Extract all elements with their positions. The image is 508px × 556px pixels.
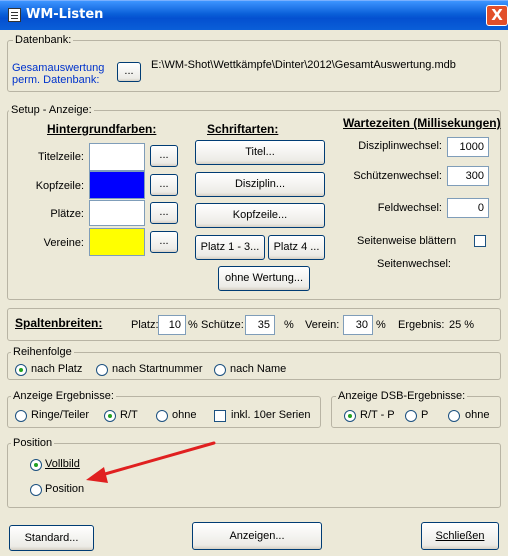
position-legend: Position [11, 437, 55, 449]
feldwechsel-input[interactable]: 0 [447, 198, 489, 218]
nach-platz-label[interactable]: nach Platz [31, 363, 82, 375]
datenbank-path: E:\WM-Shot\Wettkämpfe\Dinter\2012\Gesamt… [151, 59, 456, 71]
seitenweise-blaettern-checkbox[interactable] [474, 235, 486, 247]
app-icon [8, 8, 21, 22]
vereine-label: Vereine: [43, 237, 84, 249]
position-radio[interactable] [30, 484, 42, 496]
ergebnisse-ohne-label[interactable]: ohne [172, 409, 196, 421]
schuetzenwechsel-label: Schützenwechsel: [353, 170, 442, 182]
ergebnis-width-value: 25 % [449, 319, 475, 331]
rt-radio[interactable] [104, 410, 116, 422]
dsb-rt-p-radio[interactable] [344, 410, 356, 422]
kopfzeile-label: Kopfzeile: [35, 180, 84, 192]
feldwechsel-label: Feldwechsel: [377, 202, 442, 214]
dsb-legend: Anzeige DSB-Ergebnisse: [336, 390, 468, 402]
platz-4-font-button[interactable]: Platz 4 ... [268, 235, 325, 260]
verein-width-input[interactable]: 30 [343, 315, 373, 335]
ringe-teiler-radio[interactable] [15, 410, 27, 422]
datenbank-browse-button[interactable]: ... [117, 62, 141, 82]
datenbank-label-line2: perm. Datenbank: [12, 74, 100, 86]
hintergrund-heading: Hintergrundfarben: [47, 122, 157, 136]
dsb-p-label[interactable]: P [421, 409, 428, 421]
platz-width-label: Platz: [131, 319, 159, 331]
dsb-p-radio[interactable] [405, 410, 417, 422]
schuetze-width-label: Schütze: [201, 319, 244, 331]
ergebnisse-ohne-radio[interactable] [156, 410, 168, 422]
disziplinwechsel-input[interactable]: 1000 [447, 137, 489, 157]
position-label[interactable]: Position [45, 483, 84, 495]
titelzeile-label: Titelzeile: [37, 151, 84, 163]
schliessen-button[interactable]: Schließen [421, 522, 499, 550]
anzeigen-button[interactable]: Anzeigen... [192, 522, 322, 550]
kopfzeile-color-button[interactable]: ... [150, 174, 178, 196]
ringe-teiler-label[interactable]: Ringe/Teiler [31, 409, 89, 421]
close-button[interactable]: X [486, 5, 508, 26]
titelzeile-color-swatch[interactable] [89, 143, 145, 171]
vollbild-radio[interactable] [30, 459, 42, 471]
nach-name-radio[interactable] [214, 364, 226, 376]
kopfzeile-font-button[interactable]: Kopfzeile... [195, 203, 325, 228]
titel-font-button[interactable]: Titel... [195, 140, 325, 165]
verein-width-label: Verein: [305, 319, 340, 331]
rt-label[interactable]: R/T [120, 409, 138, 421]
inkl-10er-serien-checkbox[interactable] [214, 410, 226, 422]
spaltenbreiten-heading: Spaltenbreiten: [15, 316, 103, 330]
schrift-heading: Schriftarten: [207, 122, 279, 136]
dsb-ohne-label[interactable]: ohne [465, 409, 489, 421]
wartezeiten-heading: Wartezeiten (Millisekungen) [343, 116, 501, 130]
setup-legend: Setup - Anzeige: [9, 104, 94, 116]
annotation-arrow-head [86, 467, 108, 483]
window-title: WM-Listen [26, 7, 104, 22]
verein-percent-label: % [376, 319, 386, 331]
seitenweise-blaettern-label: Seitenweise blättern [357, 235, 457, 247]
schuetze-width-input[interactable]: 35 [245, 315, 275, 335]
platz-width-input[interactable]: 10 [158, 315, 186, 335]
plaetze-color-button[interactable]: ... [150, 202, 178, 224]
platz-percent-label: % [188, 319, 198, 331]
inkl-10er-serien-label[interactable]: inkl. 10er Serien [231, 409, 311, 421]
annotation-arrow-shaft [96, 441, 216, 478]
titelzeile-color-button[interactable]: ... [150, 145, 178, 167]
annotation-arrow [86, 441, 216, 483]
reihenfolge-legend: Reihenfolge [11, 346, 74, 358]
dsb-rt-p-label[interactable]: R/T - P [360, 409, 395, 421]
plaetze-label: Plätze: [50, 208, 84, 220]
schuetze-percent-label: % [284, 319, 294, 331]
datenbank-legend: Datenbank: [13, 34, 74, 46]
ergebnisse-legend: Anzeige Ergebnisse: [11, 390, 116, 402]
schuetzenwechsel-input[interactable]: 300 [447, 166, 489, 186]
datenbank-label-line1: Gesamauswertung [12, 62, 105, 74]
nach-startnummer-label[interactable]: nach Startnummer [112, 363, 202, 375]
vollbild-label[interactable]: Vollbild [45, 458, 80, 470]
dsb-ohne-radio[interactable] [448, 410, 460, 422]
vereine-color-swatch[interactable] [89, 228, 145, 256]
disziplin-font-button[interactable]: Disziplin... [195, 172, 325, 197]
standard-button[interactable]: Standard... [9, 525, 94, 551]
nach-platz-radio[interactable] [15, 364, 27, 376]
seitenwechsel-label: Seitenwechsel: [377, 258, 451, 270]
plaetze-color-swatch[interactable] [89, 200, 145, 226]
kopfzeile-color-swatch[interactable] [89, 171, 145, 199]
platz-1-3-font-button[interactable]: Platz 1 - 3... [195, 235, 265, 260]
nach-startnummer-radio[interactable] [96, 364, 108, 376]
ohne-wertung-font-button[interactable]: ohne Wertung... [218, 266, 310, 291]
ergebnis-width-label: Ergebnis: [398, 319, 445, 331]
vereine-color-button[interactable]: ... [150, 231, 178, 253]
position-group [7, 443, 501, 508]
disziplinwechsel-label: Disziplinwechsel: [358, 140, 442, 152]
nach-name-label[interactable]: nach Name [230, 363, 286, 375]
